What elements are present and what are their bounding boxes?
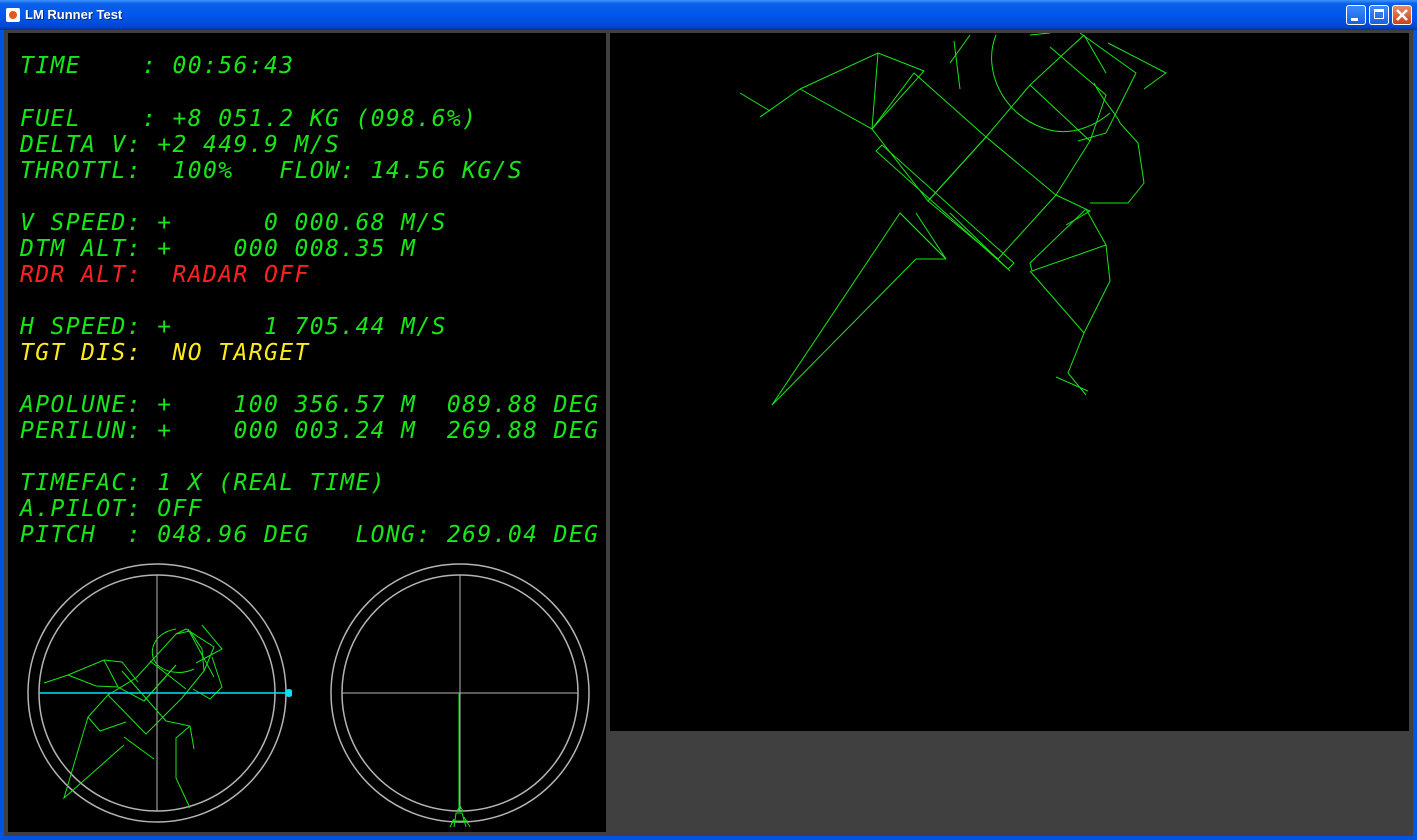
readout-fuel: FUEL : +8 051.2 KG (098.6%) [20, 106, 478, 132]
maximize-button[interactable] [1369, 5, 1389, 25]
lander-wireframe [739, 33, 1167, 406]
readout-v-speed: V SPEED: + 0 000.68 M/S [20, 210, 447, 236]
client-area: TIME : 00:56:43 FUEL : +8 051.2 KG (098.… [4, 30, 1413, 836]
attitude-indicator [27, 563, 292, 823]
minimize-button[interactable] [1346, 5, 1366, 25]
close-button[interactable] [1392, 5, 1412, 25]
readout-a-pilot: A.PILOT: OFF [20, 496, 203, 522]
readout-dtm-alt: DTM ALT: + 000 008.35 M [20, 236, 417, 262]
readout-throttle: THROTTL: 100% FLOW: 14.56 KG/S [20, 158, 524, 184]
java-app-icon[interactable] [6, 8, 20, 22]
readout-rdr-alt: RDR ALT: RADAR OFF [20, 262, 310, 288]
readout-time: TIME : 00:56:43 [20, 53, 295, 79]
close-icon [1396, 9, 1408, 21]
window-title: LM Runner Test [25, 7, 123, 22]
readout-h-speed: H SPEED: + 1 705.44 M/S [20, 314, 447, 340]
readout-delta-v: DELTA V: +2 449.9 M/S [20, 132, 341, 158]
readout-perilun: PERILUN: + 000 003.24 M 269.88 DEG [20, 418, 600, 444]
app-window: LM Runner Test TIME : 00:56:43 FUEL : +8… [0, 0, 1417, 840]
readout-timefac: TIMEFAC: 1 X (REAL TIME) [20, 470, 386, 496]
lander-mini-wireframe [43, 624, 223, 809]
horizon-indicator [330, 563, 590, 828]
readout-apolune: APOLUNE: + 100 356.57 M 089.88 DEG [20, 392, 600, 418]
empty-area [610, 731, 1409, 832]
lander-view [610, 33, 1409, 731]
title-bar[interactable]: LM Runner Test [0, 0, 1417, 30]
readout-tgt-dis: TGT DIS: NO TARGET [20, 340, 310, 366]
telemetry-panel: TIME : 00:56:43 FUEL : +8 051.2 KG (098.… [8, 33, 606, 832]
readout-pitch-long: PITCH : 048.96 DEG LONG: 269.04 DEG [20, 522, 600, 548]
